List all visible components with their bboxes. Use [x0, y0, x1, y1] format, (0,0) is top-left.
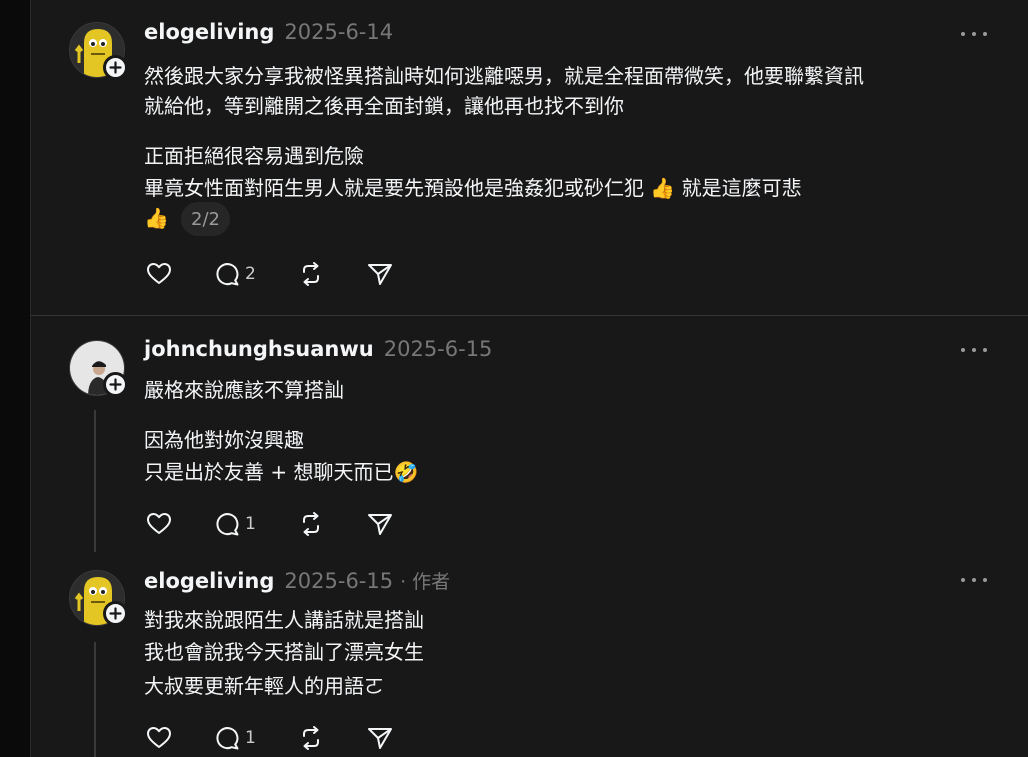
- author-badge: 作者: [412, 571, 451, 593]
- username[interactable]: elogeliving: [144, 569, 274, 593]
- post-header: johnchunghsuanwu 2025-6-15: [144, 337, 492, 361]
- more-icon[interactable]: [961, 28, 987, 40]
- follow-button[interactable]: [103, 601, 128, 626]
- send-icon: [368, 264, 392, 285]
- post-text-line: 就給他，等到離開之後再全面封鎖，讓他再也找不到你: [144, 94, 624, 118]
- plus-icon: [109, 607, 122, 620]
- reply-button[interactable]: 1: [214, 512, 256, 536]
- post-text-line: 對我來說跟陌生人講話就是搭訕: [144, 608, 424, 632]
- post-text-line: 因為他對妳沒興趣: [144, 428, 304, 452]
- more-icon[interactable]: [961, 344, 987, 356]
- post-text-line: 👍: [144, 206, 169, 230]
- repost-icon: [303, 262, 319, 286]
- reply-count: 1: [245, 514, 256, 534]
- reply-button[interactable]: 2: [214, 262, 256, 286]
- send-icon: [368, 728, 392, 749]
- repost-button[interactable]: [298, 512, 324, 536]
- send-icon: [368, 514, 392, 535]
- thread-panel: elogeliving 2025-6-14 然後跟大家分享我被怪異搭訕時如何逃離…: [30, 0, 1028, 757]
- post-text-line: 只是出於友善 + 想聊天而已🤣: [144, 460, 419, 484]
- post-date[interactable]: 2025-6-14: [284, 20, 393, 44]
- follow-button[interactable]: [103, 372, 128, 397]
- post-header: elogeliving 2025-6-14: [144, 20, 393, 44]
- left-background: [0, 0, 30, 757]
- username[interactable]: elogeliving: [144, 20, 274, 44]
- post-text-line: 正面拒絕很容易遇到危險: [144, 144, 364, 168]
- post-header: elogeliving 2025-6-15 · 作者: [144, 567, 450, 594]
- heart-icon: [147, 263, 171, 284]
- post-text-line: 然後跟大家分享我被怪異搭訕時如何逃離噁男，就是全程面帶微笑，他要聯繫資訊: [144, 64, 864, 88]
- reply-bubble-icon: [216, 263, 239, 286]
- share-button[interactable]: [367, 512, 393, 536]
- post-text-line: 嚴格來說應該不算搭訕: [144, 378, 344, 402]
- repost-button[interactable]: [298, 262, 324, 286]
- repost-icon: [303, 512, 319, 536]
- reply-count: 2: [245, 264, 256, 284]
- author-separator: ·: [400, 571, 407, 593]
- repost-button[interactable]: [298, 726, 324, 750]
- post-date[interactable]: 2025-6-15: [384, 337, 493, 361]
- post-divider: [31, 315, 1028, 316]
- post-date[interactable]: 2025-6-15: [284, 569, 393, 593]
- reply-count: 1: [245, 728, 256, 748]
- like-button[interactable]: [146, 726, 172, 750]
- reply-bubble-icon: [216, 727, 239, 750]
- plus-icon: [109, 378, 122, 391]
- follow-button[interactable]: [103, 55, 128, 80]
- heart-icon: [147, 727, 171, 748]
- post-text-line: 我也會說我今天搭訕了漂亮女生: [144, 640, 424, 664]
- username[interactable]: johnchunghsuanwu: [144, 337, 374, 361]
- reply-button[interactable]: 1: [214, 726, 256, 750]
- repost-icon: [303, 726, 319, 750]
- share-button[interactable]: [367, 262, 393, 286]
- reply-bubble-icon: [216, 513, 239, 536]
- like-button[interactable]: [146, 262, 172, 286]
- thread-connector: [94, 410, 96, 552]
- post-text-line: 畢竟女性面對陌生男人就是要先預設他是強姦犯或砂仁犯 👍 就是這麼可悲: [144, 176, 802, 200]
- post-text-line: 大叔要更新年輕人的用語ㄛ: [144, 674, 384, 698]
- thread-connector: [94, 642, 96, 757]
- more-icon[interactable]: [961, 574, 987, 586]
- page-indicator: 2/2: [181, 202, 230, 236]
- like-button[interactable]: [146, 512, 172, 536]
- plus-icon: [109, 61, 122, 74]
- heart-icon: [147, 513, 171, 534]
- share-button[interactable]: [367, 726, 393, 750]
